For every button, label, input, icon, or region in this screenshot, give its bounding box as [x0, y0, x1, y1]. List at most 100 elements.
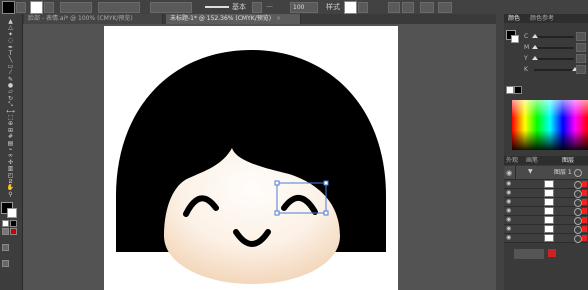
- layer-row[interactable]: ◉: [504, 189, 588, 198]
- slider-track[interactable]: [534, 69, 574, 71]
- tab-document-1[interactable]: 脸部 - 表情.ai* @ 100% (CMYK/预览): [24, 14, 163, 24]
- layer-row-top[interactable]: ◉ ▼ 图层 1: [504, 166, 588, 180]
- selected-art-indicator[interactable]: [582, 208, 587, 214]
- eye-icon[interactable]: ◉: [506, 180, 511, 187]
- stroke-swatch[interactable]: [30, 1, 43, 14]
- opacity-value: 100: [293, 4, 305, 11]
- fill-dropdown[interactable]: [16, 2, 26, 13]
- tools-panel: ▲ △ ✦ ◌ ✒ T ╲ ▭ ⁄ ✎ ● ▱ ↻ ⤡ ⟷ ⬚ ⊕ ⊞ # ▤ ⌁ ∞ ✣ ▥ ◰ ⧄ ✋ ⚲: [0, 14, 23, 290]
- eye-icon[interactable]: ◉: [506, 234, 511, 241]
- eye-icon[interactable]: ◉: [506, 169, 512, 177]
- target-icon[interactable]: [574, 190, 582, 198]
- slider-value-field[interactable]: [576, 65, 586, 74]
- slider-m[interactable]: M: [524, 43, 586, 52]
- selection-handle[interactable]: [323, 210, 329, 216]
- opacity-field[interactable]: 100: [290, 2, 318, 13]
- fill-swatch[interactable]: [2, 1, 15, 14]
- color-mode-icon[interactable]: [2, 228, 9, 235]
- slider-track[interactable]: [534, 36, 574, 38]
- panel-collapse-strip[interactable]: [496, 14, 504, 290]
- target-icon[interactable]: [574, 217, 582, 225]
- slider-c[interactable]: C: [524, 32, 586, 41]
- screen-mode-icon[interactable]: [2, 260, 9, 267]
- layer-name[interactable]: 图层 1: [554, 167, 572, 176]
- eye-icon[interactable]: ◉: [506, 216, 511, 223]
- tab-brushes[interactable]: 画笔: [526, 157, 538, 164]
- slider-thumb[interactable]: [532, 45, 538, 49]
- eye-icon[interactable]: ◉: [506, 225, 511, 232]
- slider-value-field[interactable]: [576, 32, 586, 41]
- target-icon[interactable]: [574, 169, 582, 177]
- style-dropdown[interactable]: [358, 2, 368, 13]
- close-icon[interactable]: ×: [276, 15, 281, 22]
- lock-column[interactable]: [515, 166, 516, 179]
- slider-label: C: [524, 33, 529, 40]
- preferences-button[interactable]: [402, 2, 414, 13]
- graphic-style-swatch[interactable]: [344, 1, 357, 14]
- stroke-dropdown[interactable]: [44, 2, 54, 13]
- swap-colors-icon[interactable]: [10, 220, 17, 227]
- layer-row[interactable]: ◉: [504, 216, 588, 225]
- brush-definition-field[interactable]: [150, 2, 192, 13]
- layers-panel-header: 外观 画笔 图层: [504, 156, 588, 165]
- selection-handle[interactable]: [274, 210, 280, 216]
- slider-track[interactable]: [534, 47, 574, 49]
- selected-art-indicator[interactable]: [582, 199, 587, 205]
- tab-appearance[interactable]: 外观: [506, 157, 518, 164]
- default-colors-icon[interactable]: [2, 220, 9, 227]
- target-icon[interactable]: [574, 199, 582, 207]
- slider-track[interactable]: [534, 58, 574, 60]
- selected-art-indicator[interactable]: [582, 226, 587, 232]
- slider-thumb[interactable]: [532, 56, 538, 60]
- artwork-canvas: [116, 50, 386, 284]
- variable-width-field[interactable]: [98, 2, 140, 13]
- tab-color-guide[interactable]: 颜色参考: [530, 15, 554, 22]
- layer-row[interactable]: ◉: [504, 198, 588, 207]
- white-swatch[interactable]: [506, 86, 514, 94]
- selected-art-indicator[interactable]: [582, 235, 587, 241]
- slider-k[interactable]: K: [524, 65, 586, 74]
- tab-document-2[interactable]: 未标题-1* @ 152.36% (CMYK/预览) ×: [166, 14, 301, 24]
- stroke-color-box[interactable]: [7, 208, 17, 218]
- layer-color-indicator: [548, 249, 556, 257]
- target-icon[interactable]: [574, 226, 582, 234]
- layer-row[interactable]: ◉: [504, 225, 588, 234]
- stroke-weight-field[interactable]: [60, 2, 92, 13]
- color-spectrum[interactable]: [512, 100, 588, 150]
- tab-color[interactable]: 颜色: [508, 15, 520, 22]
- target-icon[interactable]: [574, 235, 582, 243]
- slider-value-field[interactable]: [576, 54, 586, 63]
- tab-layers[interactable]: 图层: [562, 157, 574, 164]
- color-panel-header: 颜色 颜色参考: [504, 14, 588, 23]
- disclosure-triangle-icon[interactable]: ▼: [528, 168, 533, 175]
- black-swatch[interactable]: [514, 86, 522, 94]
- eye-icon[interactable]: ◉: [506, 189, 511, 196]
- target-icon[interactable]: [574, 208, 582, 216]
- panel-stroke-box[interactable]: [511, 35, 519, 43]
- draw-mode-icon[interactable]: [2, 244, 9, 251]
- none-mode-icon[interactable]: [10, 228, 17, 235]
- document-tab-bar: 脸部 - 表情.ai* @ 100% (CMYK/预览) 未标题-1* @ 15…: [22, 14, 496, 24]
- selected-art-indicator[interactable]: [582, 190, 587, 196]
- doc-setup-button[interactable]: [388, 2, 400, 13]
- stroke-style-dropdown[interactable]: [252, 2, 262, 13]
- transform-button[interactable]: [438, 2, 452, 13]
- target-icon[interactable]: [574, 181, 582, 189]
- layer-row[interactable]: ◉: [504, 180, 588, 189]
- selected-art-indicator[interactable]: [582, 181, 587, 187]
- selected-art-indicator[interactable]: [582, 217, 587, 223]
- selection-handle[interactable]: [274, 180, 280, 186]
- slider-y[interactable]: Y: [524, 54, 586, 63]
- layer-row[interactable]: ◉: [504, 234, 588, 243]
- layers-footer: [504, 244, 588, 264]
- slider-label: K: [524, 66, 528, 73]
- slider-value-field[interactable]: [576, 43, 586, 52]
- selection-handle[interactable]: [323, 180, 329, 186]
- slider-thumb[interactable]: [532, 34, 538, 38]
- align-button[interactable]: [420, 2, 434, 13]
- layer-row[interactable]: ◉: [504, 207, 588, 216]
- layer-count-box: [514, 249, 544, 259]
- eye-icon[interactable]: ◉: [506, 207, 511, 214]
- zoom-icon[interactable]: ⚲: [3, 191, 18, 199]
- eye-icon[interactable]: ◉: [506, 198, 511, 205]
